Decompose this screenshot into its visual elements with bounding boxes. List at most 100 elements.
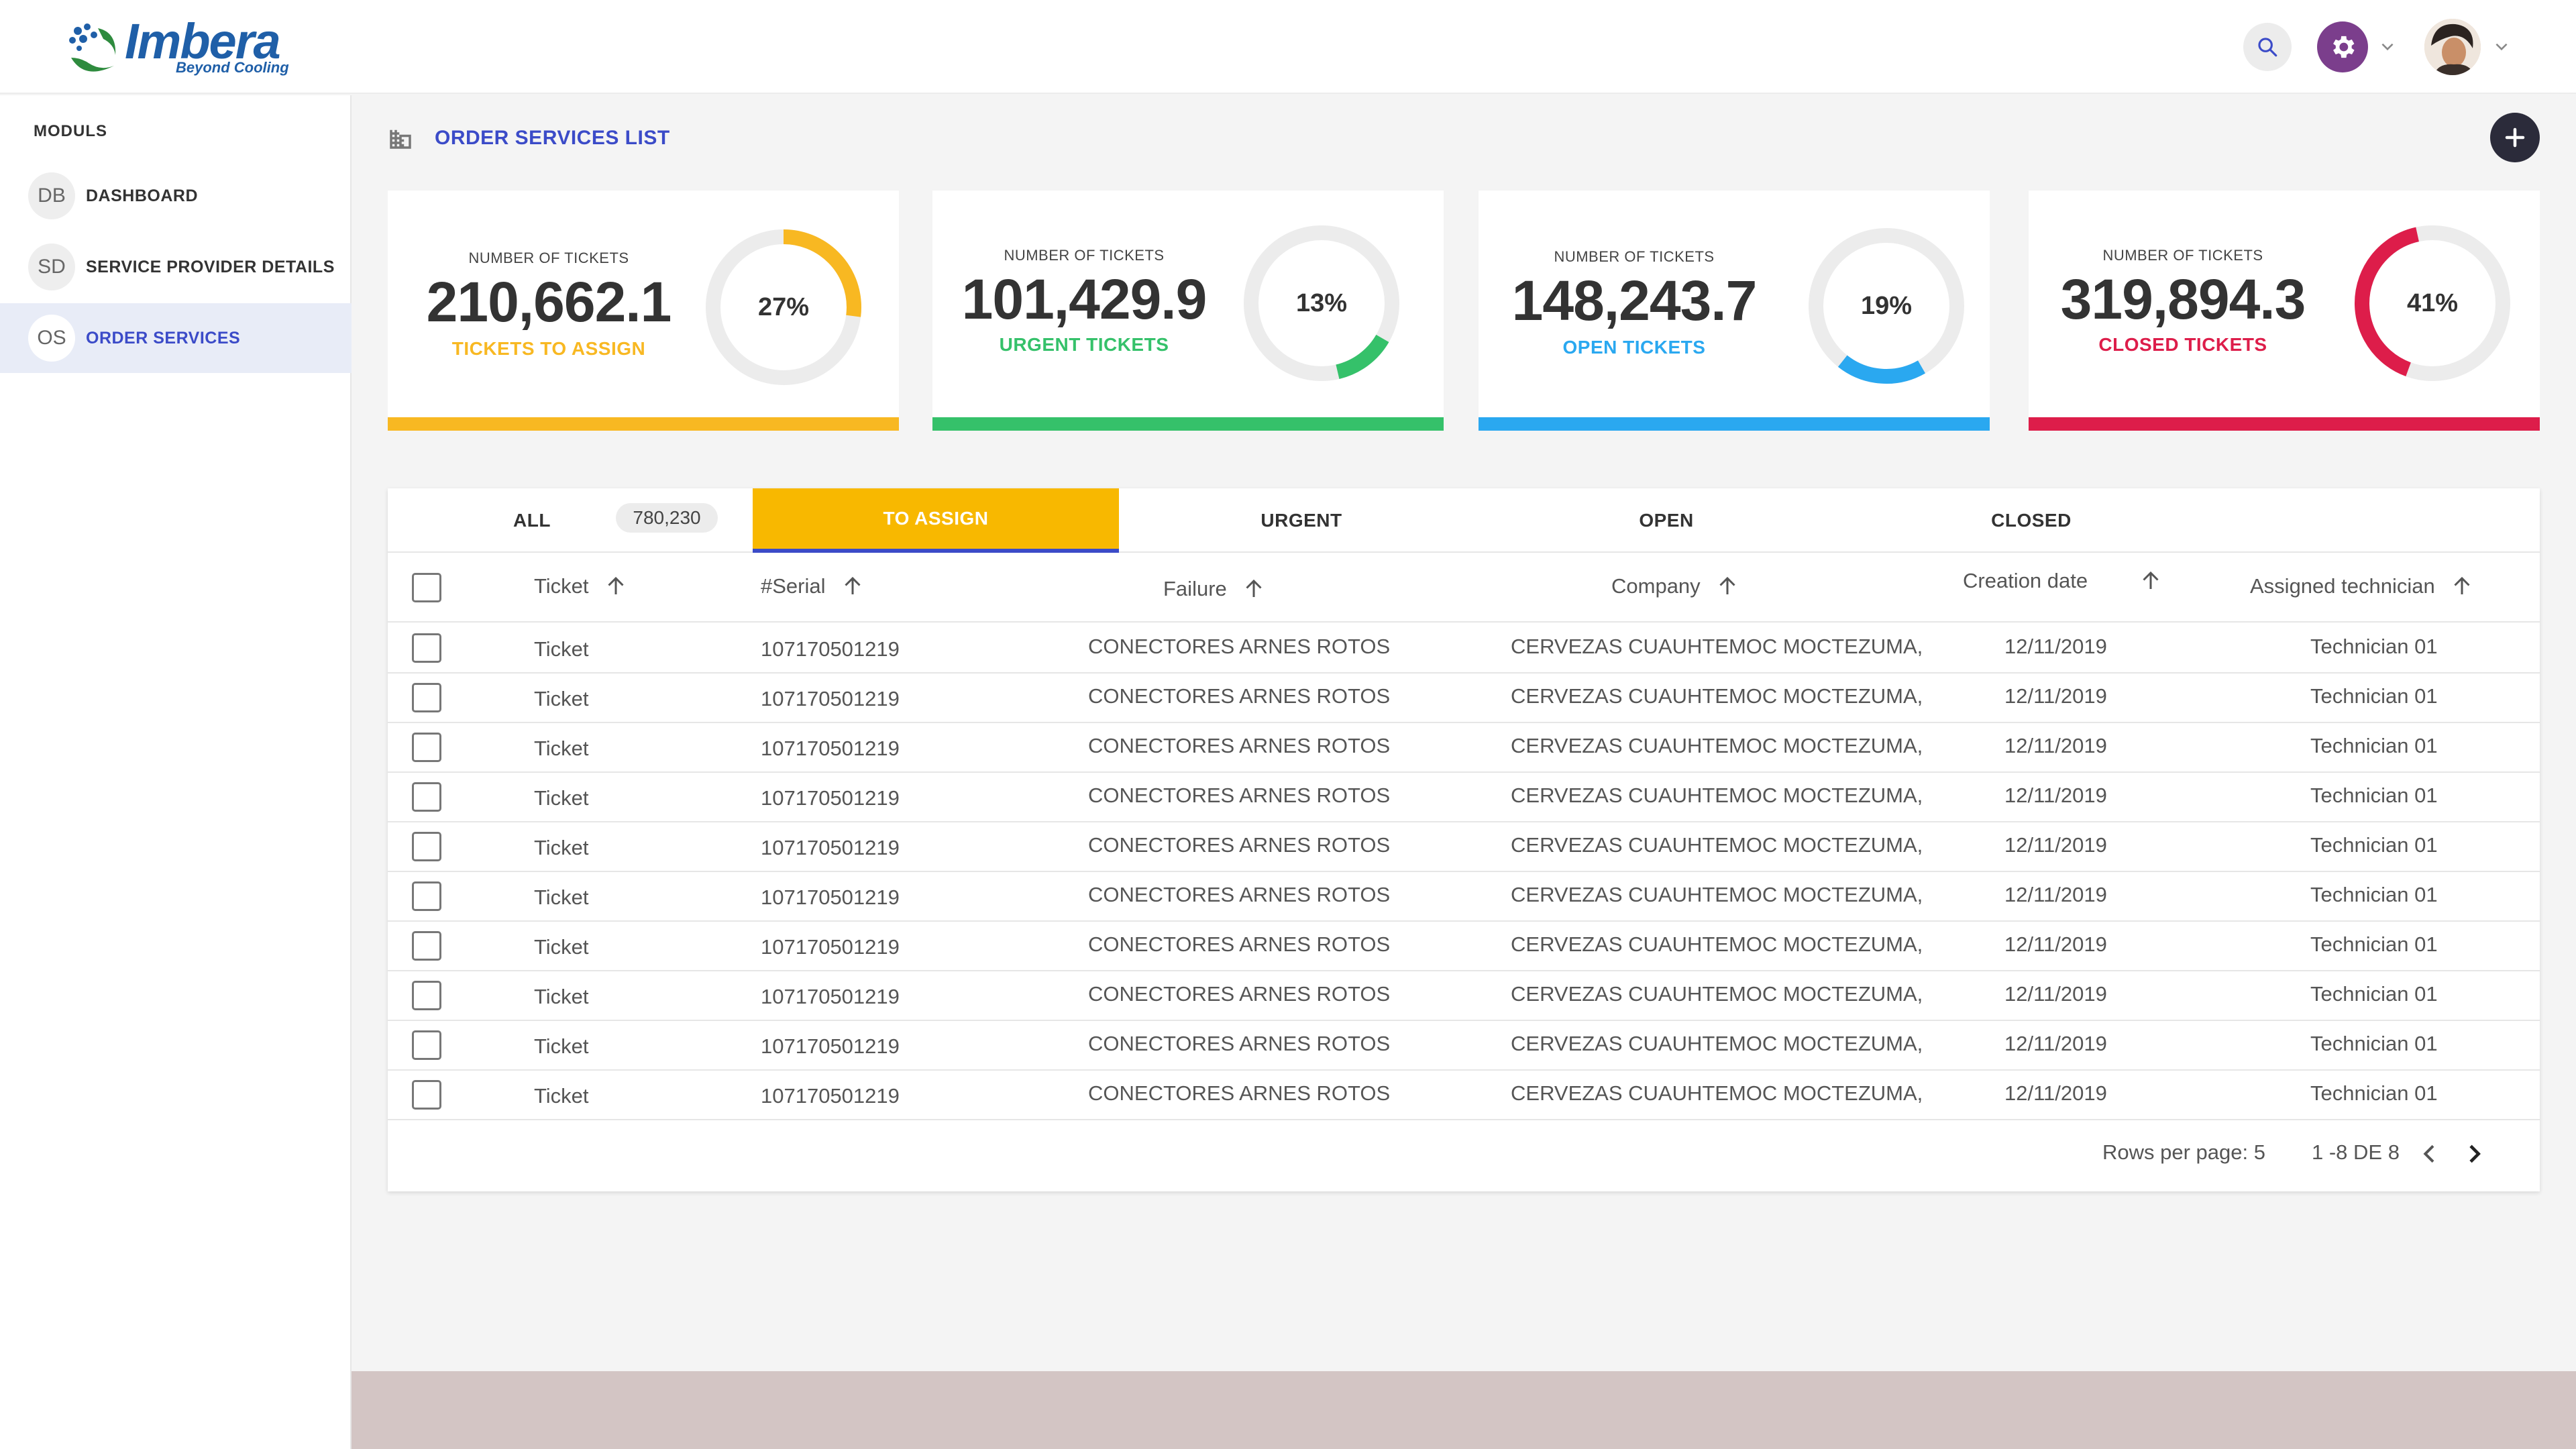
cell-technician: Technician 01 [2310, 982, 2438, 1006]
sort-arrow-up-icon[interactable] [2450, 573, 2474, 600]
next-page-icon[interactable] [2461, 1140, 2487, 1167]
orders-table-panel: ALL 780,230 TO ASSIGN URGENT OPEN CLOSED… [388, 488, 2540, 1191]
cell-technician: Technician 01 [2310, 883, 2438, 906]
add-order-button[interactable] [2490, 113, 2540, 162]
sort-arrow-up-icon[interactable] [1715, 573, 1739, 600]
table-row[interactable]: Ticket 107170501219 CONECTORES ARNES ROTOS… [388, 922, 2540, 971]
cell-failure: CONECTORES ARNES ROTOS [1088, 635, 1391, 658]
cell-ticket: Ticket [534, 687, 589, 710]
stat-card-urgent: NUMBER OF TICKETS 101,429.9 URGENT TICKE… [932, 191, 1444, 431]
row-checkbox[interactable] [412, 881, 441, 911]
row-checkbox[interactable] [412, 931, 441, 961]
select-all-checkbox[interactable] [412, 573, 441, 602]
card-label: URGENT TICKETS [999, 334, 1169, 355]
sort-arrow-up-icon[interactable] [604, 573, 628, 600]
search-button[interactable] [2243, 23, 2292, 71]
row-checkbox[interactable] [412, 1030, 441, 1060]
card-caption: NUMBER OF TICKETS [2102, 247, 2263, 264]
page-title: ORDER SERVICES LIST [435, 127, 670, 149]
card-caption: NUMBER OF TICKETS [1554, 248, 1715, 265]
tab-urgent[interactable]: URGENT [1119, 488, 1484, 553]
gear-icon [2333, 36, 2355, 58]
sidebar-item-label: SERVICE PROVIDER DETAILS [86, 257, 335, 276]
cell-company: CERVEZAS CUAUHTEMOC MOCTEZUMA, [1511, 1032, 1923, 1055]
sidebar-item-order-services[interactable]: OS ORDER SERVICES [0, 303, 352, 373]
cell-failure: CONECTORES ARNES ROTOS [1088, 982, 1391, 1006]
cell-ticket: Ticket [534, 786, 589, 810]
cell-failure: CONECTORES ARNES ROTOS [1088, 1081, 1391, 1105]
tab-closed[interactable]: CLOSED [1849, 488, 2214, 553]
user-avatar[interactable] [2424, 19, 2481, 75]
column-header-assigned-technician[interactable]: Assigned technician [2250, 573, 2474, 600]
cell-creation-date: 12/11/2019 [2004, 1081, 2107, 1105]
sort-arrow-up-icon[interactable] [2139, 568, 2163, 594]
row-checkbox[interactable] [412, 832, 441, 861]
cell-company: CERVEZAS CUAUHTEMOC MOCTEZUMA, [1511, 883, 1923, 906]
cell-failure: CONECTORES ARNES ROTOS [1088, 734, 1391, 757]
row-checkbox[interactable] [412, 733, 441, 762]
column-header-serial[interactable]: #Serial [761, 573, 865, 600]
column-header-creation-date[interactable]: Creation date [1963, 568, 2163, 594]
stat-card-open: NUMBER OF TICKETS 148,243.7 OPEN TICKETS… [1479, 191, 1990, 431]
table-row[interactable]: Ticket 107170501219 CONECTORES ARNES ROTOS… [388, 773, 2540, 822]
cell-technician: Technician 01 [2310, 734, 2438, 757]
cell-company: CERVEZAS CUAUHTEMOC MOCTEZUMA, [1511, 932, 1923, 956]
cell-company: CERVEZAS CUAUHTEMOC MOCTEZUMA, [1511, 635, 1923, 658]
card-label: TICKETS TO ASSIGN [451, 338, 646, 359]
table-row[interactable]: Ticket 107170501219 CONECTORES ARNES ROTOS… [388, 674, 2540, 723]
column-label: Creation date [1963, 569, 2088, 592]
cell-company: CERVEZAS CUAUHTEMOC MOCTEZUMA, [1511, 734, 1923, 757]
cell-failure: CONECTORES ARNES ROTOS [1088, 932, 1391, 956]
column-header-failure[interactable]: Failure [1163, 576, 1266, 602]
row-checkbox[interactable] [412, 683, 441, 712]
column-label: Company [1611, 574, 1701, 598]
previous-page-icon[interactable] [2416, 1140, 2443, 1167]
donut-percent: 27% [757, 292, 810, 321]
column-header-company[interactable]: Company [1611, 573, 1739, 600]
table-row[interactable]: Ticket 107170501219 CONECTORES ARNES ROTOS… [388, 1021, 2540, 1071]
imbera-logo[interactable]: Imbera Beyond Cooling [64, 15, 306, 82]
cell-technician: Technician 01 [2310, 784, 2438, 807]
cell-serial: 107170501219 [761, 885, 900, 909]
sort-arrow-up-icon[interactable] [841, 573, 865, 600]
cell-serial: 107170501219 [761, 836, 900, 859]
table-row[interactable]: Ticket 107170501219 CONECTORES ARNES ROTOS… [388, 624, 2540, 674]
sidebar-item-service-provider-details[interactable]: SD SERVICE PROVIDER DETAILS [0, 232, 352, 302]
rows-per-page-select[interactable]: Rows per page: 5 [2102, 1140, 2265, 1165]
logo-tagline: Beyond Cooling [176, 59, 289, 76]
tab-all[interactable]: ALL [488, 488, 576, 553]
row-checkbox[interactable] [412, 782, 441, 812]
table-row[interactable]: Ticket 107170501219 CONECTORES ARNES ROTOS… [388, 872, 2540, 922]
settings-button[interactable] [2317, 21, 2368, 72]
cell-serial: 107170501219 [761, 1084, 900, 1108]
tab-open[interactable]: OPEN [1484, 488, 1849, 553]
cell-technician: Technician 01 [2310, 635, 2438, 658]
column-label: Assigned technician [2250, 574, 2435, 598]
cell-creation-date: 12/11/2019 [2004, 635, 2107, 658]
column-label: Ticket [534, 574, 589, 598]
cell-creation-date: 12/11/2019 [2004, 1032, 2107, 1055]
status-tabs: ALL 780,230 TO ASSIGN URGENT OPEN CLOSED [388, 488, 2540, 553]
table-row[interactable]: Ticket 107170501219 CONECTORES ARNES ROTOS… [388, 1071, 2540, 1120]
cell-company: CERVEZAS CUAUHTEMOC MOCTEZUMA, [1511, 1081, 1923, 1105]
row-checkbox[interactable] [412, 1080, 441, 1110]
avatar-image [2424, 19, 2481, 75]
stat-card-to-assign: NUMBER OF TICKETS 210,662.1 TICKETS TO A… [388, 191, 899, 431]
table-row[interactable]: Ticket 107170501219 CONECTORES ARNES ROTOS… [388, 971, 2540, 1021]
user-chevron-down-icon[interactable] [2493, 38, 2510, 55]
row-checkbox[interactable] [412, 633, 441, 663]
tab-to-assign[interactable]: TO ASSIGN [753, 488, 1119, 553]
row-checkbox[interactable] [412, 981, 441, 1010]
cell-ticket: Ticket [534, 935, 589, 959]
table-row[interactable]: Ticket 107170501219 CONECTORES ARNES ROTOS… [388, 822, 2540, 872]
stat-card-closed: NUMBER OF TICKETS 319,894.3 CLOSED TICKE… [2029, 191, 2540, 431]
column-header-ticket[interactable]: Ticket [534, 573, 628, 600]
page-range: 1 -8 DE 8 [2312, 1140, 2400, 1164]
table-row[interactable]: Ticket 107170501219 CONECTORES ARNES ROTOS… [388, 723, 2540, 773]
sidebar-item-dashboard[interactable]: DB DASHBOARD [0, 161, 352, 231]
cell-serial: 107170501219 [761, 637, 900, 661]
cell-serial: 107170501219 [761, 985, 900, 1008]
sort-arrow-up-icon[interactable] [1242, 576, 1266, 602]
settings-chevron-down-icon[interactable] [2379, 38, 2396, 55]
cell-creation-date: 12/11/2019 [2004, 734, 2107, 757]
